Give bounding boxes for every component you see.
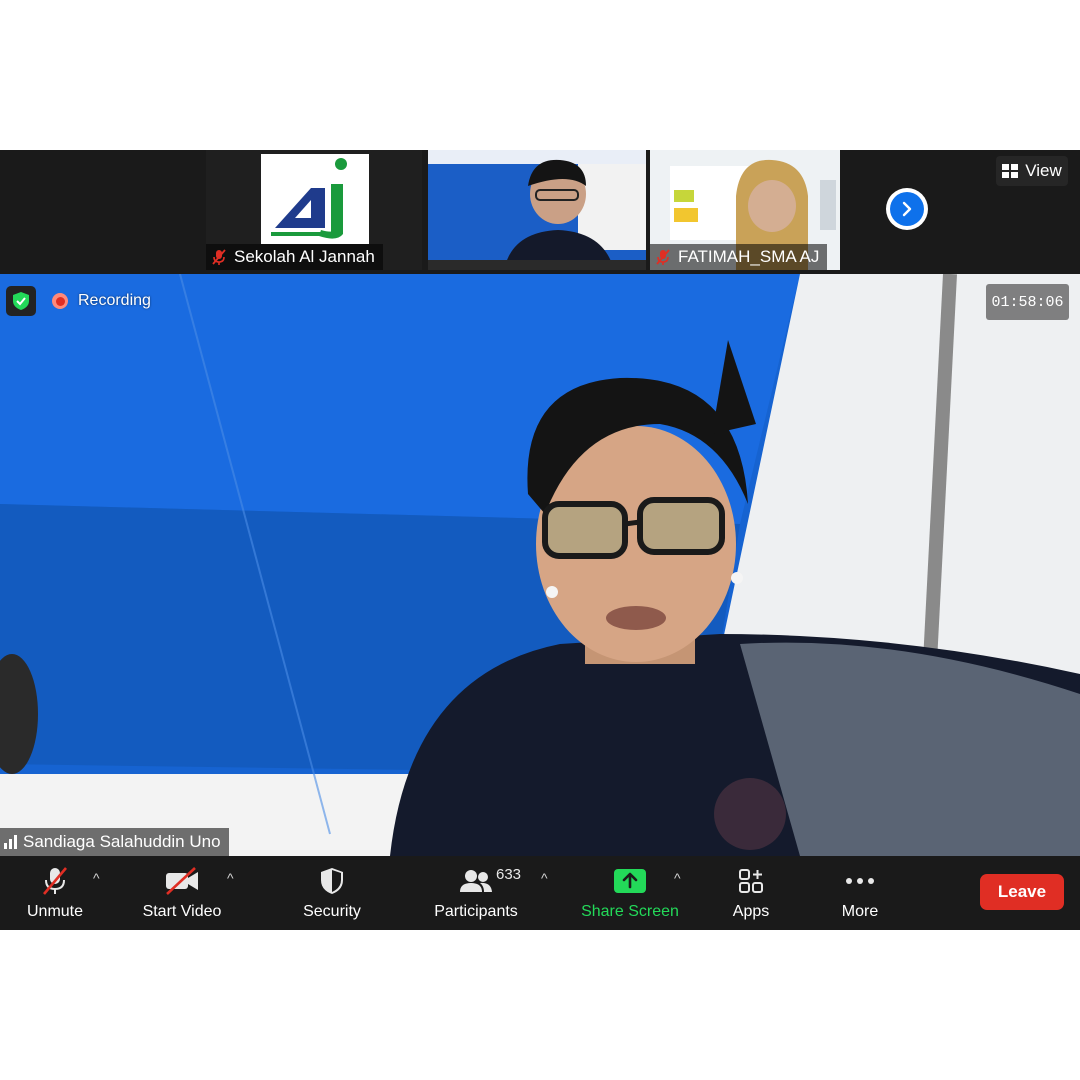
more-button[interactable]: More <box>830 856 890 930</box>
chevron-right-icon <box>902 201 912 217</box>
caret-up-icon[interactable]: ^ <box>227 870 234 886</box>
caret-up-icon[interactable]: ^ <box>674 870 681 886</box>
thumbnail-fatimah[interactable]: FATIMAH_SMA AJ <box>650 150 840 270</box>
thumbnail-name: FATIMAH_SMA AJ <box>678 247 820 266</box>
thumbnail-name: Sekolah Al Jannah <box>234 247 375 266</box>
thumbnail-video-2[interactable] <box>428 150 646 270</box>
muted-mic-icon <box>212 249 226 265</box>
active-speaker-video: Recording 01:58:06 Sandiaga Salahuddin U… <box>0 274 1080 856</box>
active-speaker-name-tag: Sandiaga Salahuddin Uno <box>0 828 229 856</box>
participants-icon <box>460 869 492 892</box>
start-video-label: Start Video <box>142 902 222 920</box>
signal-bars-icon <box>4 835 17 849</box>
security-label: Security <box>303 902 361 920</box>
meeting-controls-toolbar: Unmute ^ Start Video ^ Security Particip… <box>0 856 1080 930</box>
unmute-button[interactable]: Unmute <box>18 856 92 930</box>
next-page-button[interactable] <box>886 188 928 230</box>
view-label: View <box>1025 161 1062 180</box>
mic-off-icon <box>43 866 67 895</box>
apps-icon <box>739 868 763 893</box>
video-off-icon <box>166 866 198 895</box>
participant-count: 633 <box>496 866 522 883</box>
meeting-timer: 01:58:06 <box>986 284 1069 320</box>
school-logo <box>261 154 369 244</box>
thumbnail-name-tag: FATIMAH_SMA AJ <box>650 244 828 270</box>
caret-up-icon[interactable]: ^ <box>93 870 100 886</box>
view-grid-icon <box>1002 164 1019 178</box>
active-speaker-name: Sandiaga Salahuddin Uno <box>23 832 221 851</box>
participant-video-feed <box>428 150 646 270</box>
encryption-shield-icon[interactable] <box>6 286 36 316</box>
more-label: More <box>841 902 879 920</box>
security-shield-icon <box>321 867 343 894</box>
recording-indicator[interactable]: Recording <box>52 288 151 314</box>
speaker-video-feed <box>0 274 1080 856</box>
share-screen-icon <box>614 868 646 893</box>
recording-label: Recording <box>78 292 151 309</box>
leave-button[interactable]: Leave <box>980 874 1064 910</box>
zoom-meeting-window: Sekolah Al Jannah FATIMAH_SMA AJ View Re… <box>0 150 1080 930</box>
share-screen-button[interactable]: Share Screen <box>578 856 682 930</box>
view-button[interactable]: View <box>996 156 1068 186</box>
start-video-button[interactable]: Start Video <box>136 856 228 930</box>
participant-thumbnail-strip: Sekolah Al Jannah FATIMAH_SMA AJ View <box>0 150 1080 272</box>
recording-dot-icon <box>52 293 68 309</box>
caret-up-icon[interactable]: ^ <box>541 870 548 886</box>
unmute-label: Unmute <box>26 902 84 920</box>
apps-button[interactable]: Apps <box>722 856 780 930</box>
share-screen-label: Share Screen <box>581 902 679 920</box>
more-dots-icon <box>846 877 874 884</box>
apps-label: Apps <box>732 902 770 920</box>
thumbnail-name-tag: Sekolah Al Jannah <box>206 244 383 270</box>
thumbnail-sekolah-al-jannah[interactable]: Sekolah Al Jannah <box>206 150 422 270</box>
security-button[interactable]: Security <box>296 856 368 930</box>
muted-mic-icon <box>656 249 670 265</box>
participants-label: Participants <box>434 902 518 920</box>
